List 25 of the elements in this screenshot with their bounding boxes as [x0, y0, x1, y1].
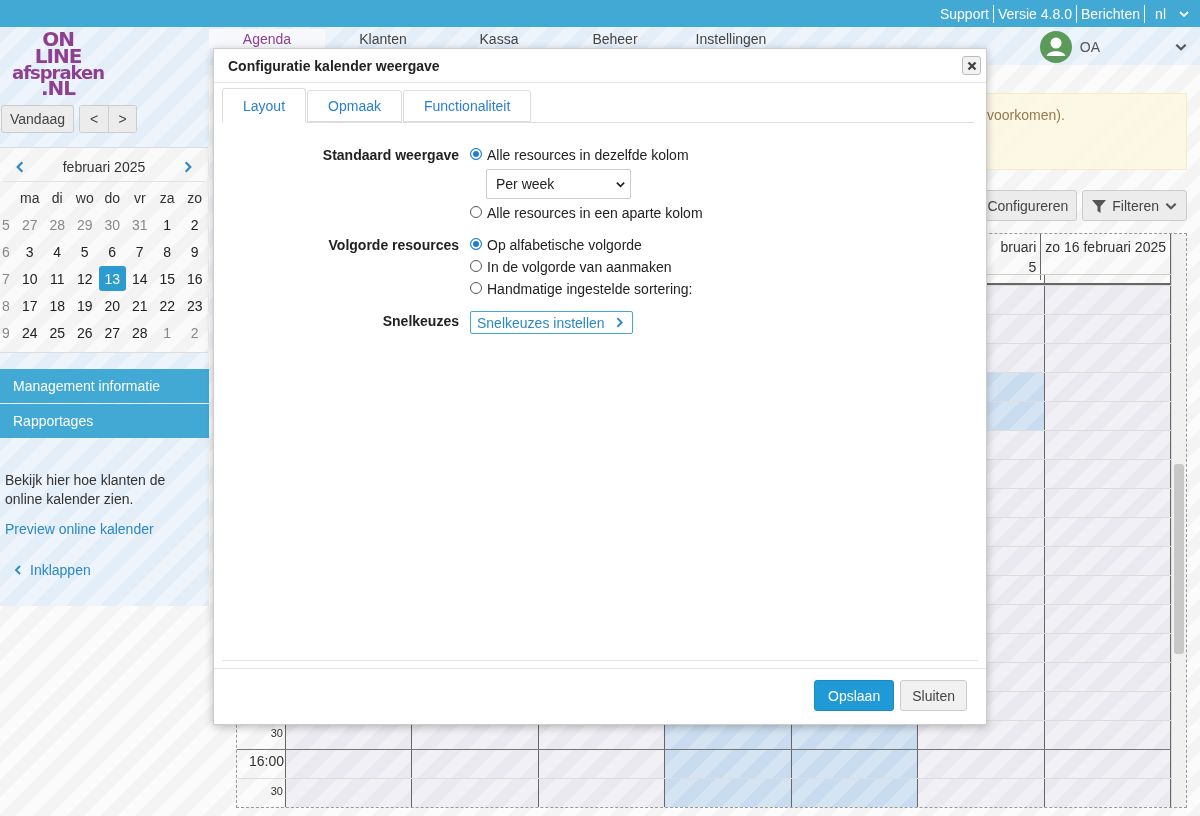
day-header: bruari [1000, 238, 1037, 257]
form-label: Snelkeuzes [381, 312, 459, 331]
weekday-label: wo [74, 188, 95, 208]
day-header: 5 [1028, 258, 1037, 277]
weekday-label: za [158, 188, 176, 208]
week-number: 7 [2, 269, 11, 289]
weekday-label: ma [19, 188, 41, 208]
weekday-label: di [50, 188, 64, 208]
weekday-label: vr [132, 188, 147, 208]
info-text: Bekijk hier hoe klanten de online kalender zien. [5, 471, 167, 510]
week-number: 9 [2, 323, 11, 343]
time-label: 16:00 [248, 752, 285, 771]
time-label: 30 [270, 784, 284, 799]
form-label: Volgorde resources [327, 236, 459, 255]
week-number: 6 [2, 242, 11, 262]
weekday-label: zo [186, 188, 204, 208]
week-number: 8 [2, 296, 11, 316]
user-initials: OA [1079, 39, 1100, 55]
day-header: zo 16 februari 2025 [1045, 238, 1166, 257]
form-label: Standaard weergave [321, 146, 459, 165]
weekday-label: do [103, 188, 122, 208]
month-title: februari 2025 [62, 158, 146, 175]
week-number: 5 [2, 215, 11, 235]
time-label: 30 [270, 726, 284, 741]
dialog-title: Configuratie kalender weergave [228, 57, 440, 74]
